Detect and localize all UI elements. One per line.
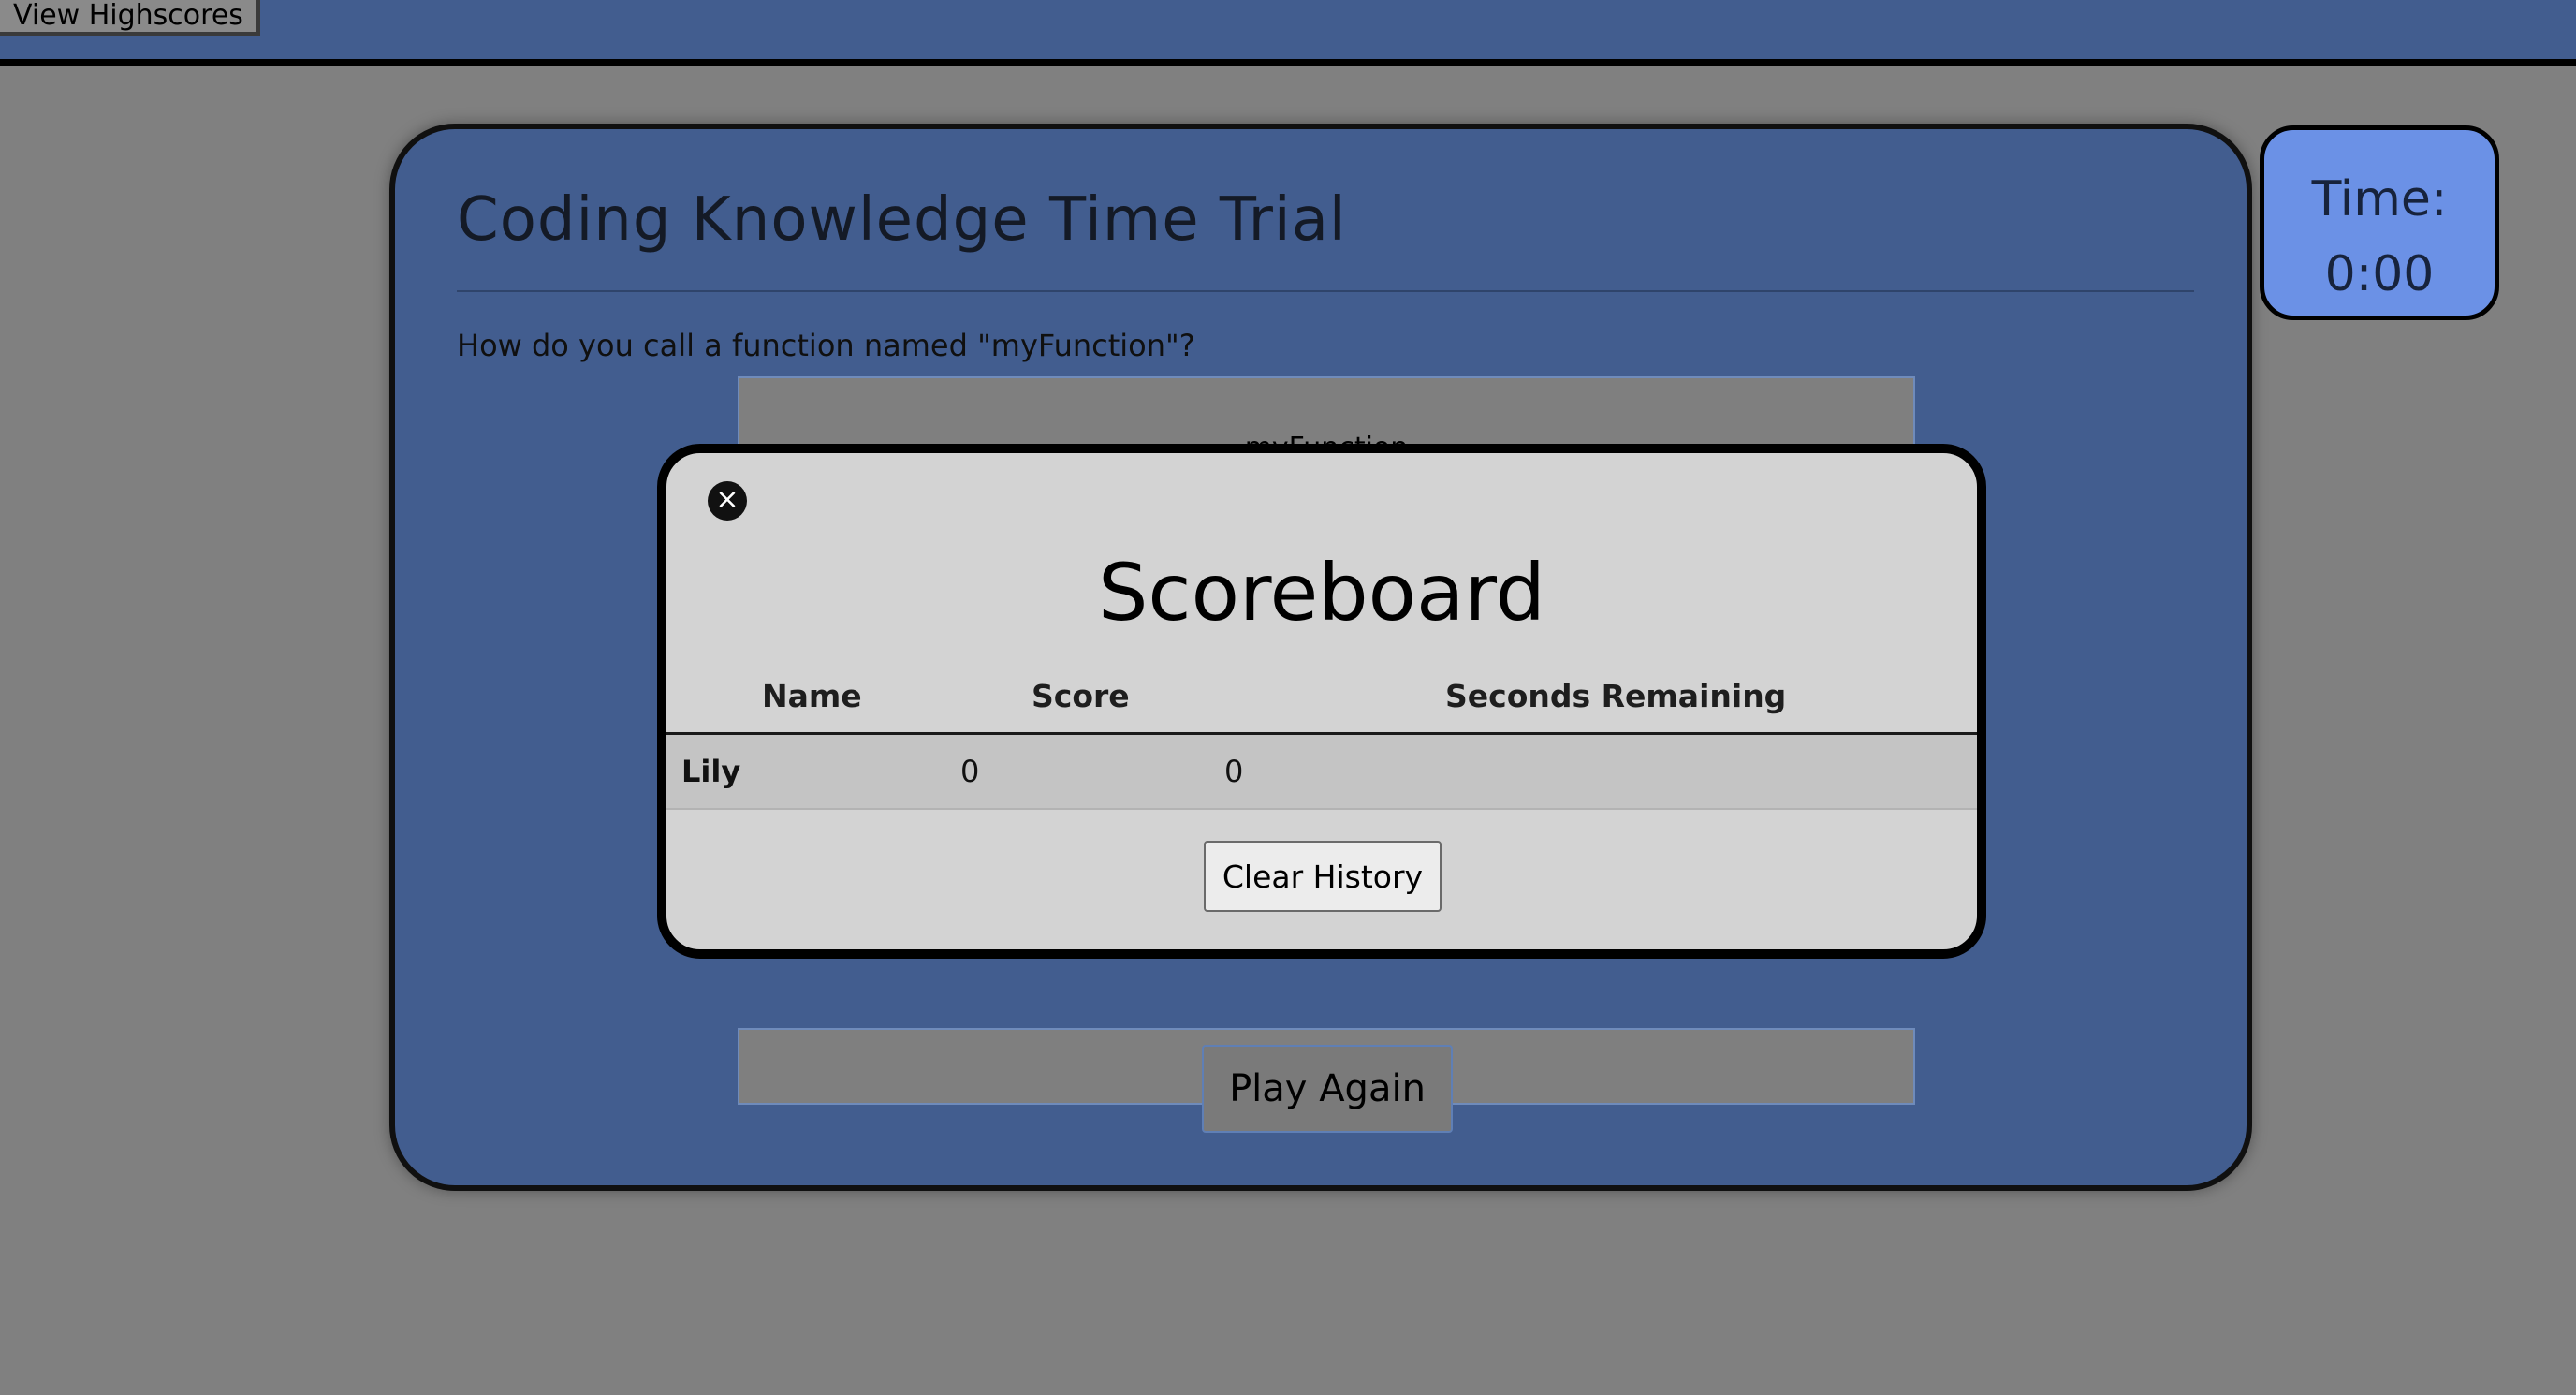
scoreboard-modal: × Scoreboard Name Score Seconds Remainin… xyxy=(657,444,1986,959)
timer-label: Time: xyxy=(2311,171,2448,228)
quiz-title: Coding Knowledge Time Trial xyxy=(457,185,1347,255)
top-bar: View Highscores xyxy=(0,0,2576,66)
row-seconds-remaining: 0 xyxy=(1224,754,1244,789)
row-name: Lily xyxy=(681,754,741,789)
view-highscores-button[interactable]: View Highscores xyxy=(0,0,260,36)
clear-history-button[interactable]: Clear History xyxy=(1204,841,1442,912)
title-divider xyxy=(457,290,2194,292)
column-header-score: Score xyxy=(1032,678,1130,714)
timer-value: 0:00 xyxy=(2324,246,2435,302)
scoreboard-title: Scoreboard xyxy=(1098,547,1545,639)
close-icon[interactable]: × xyxy=(708,481,747,521)
column-header-seconds-remaining: Seconds Remaining xyxy=(1445,678,1787,714)
column-header-name: Name xyxy=(762,678,862,714)
play-again-button[interactable]: Play Again xyxy=(1202,1045,1453,1133)
timer-panel: Time: 0:00 xyxy=(2260,125,2499,320)
row-score: 0 xyxy=(960,754,980,789)
table-row: Lily 0 0 xyxy=(666,735,1977,810)
question-text: How do you call a function named "myFunc… xyxy=(457,328,1195,363)
